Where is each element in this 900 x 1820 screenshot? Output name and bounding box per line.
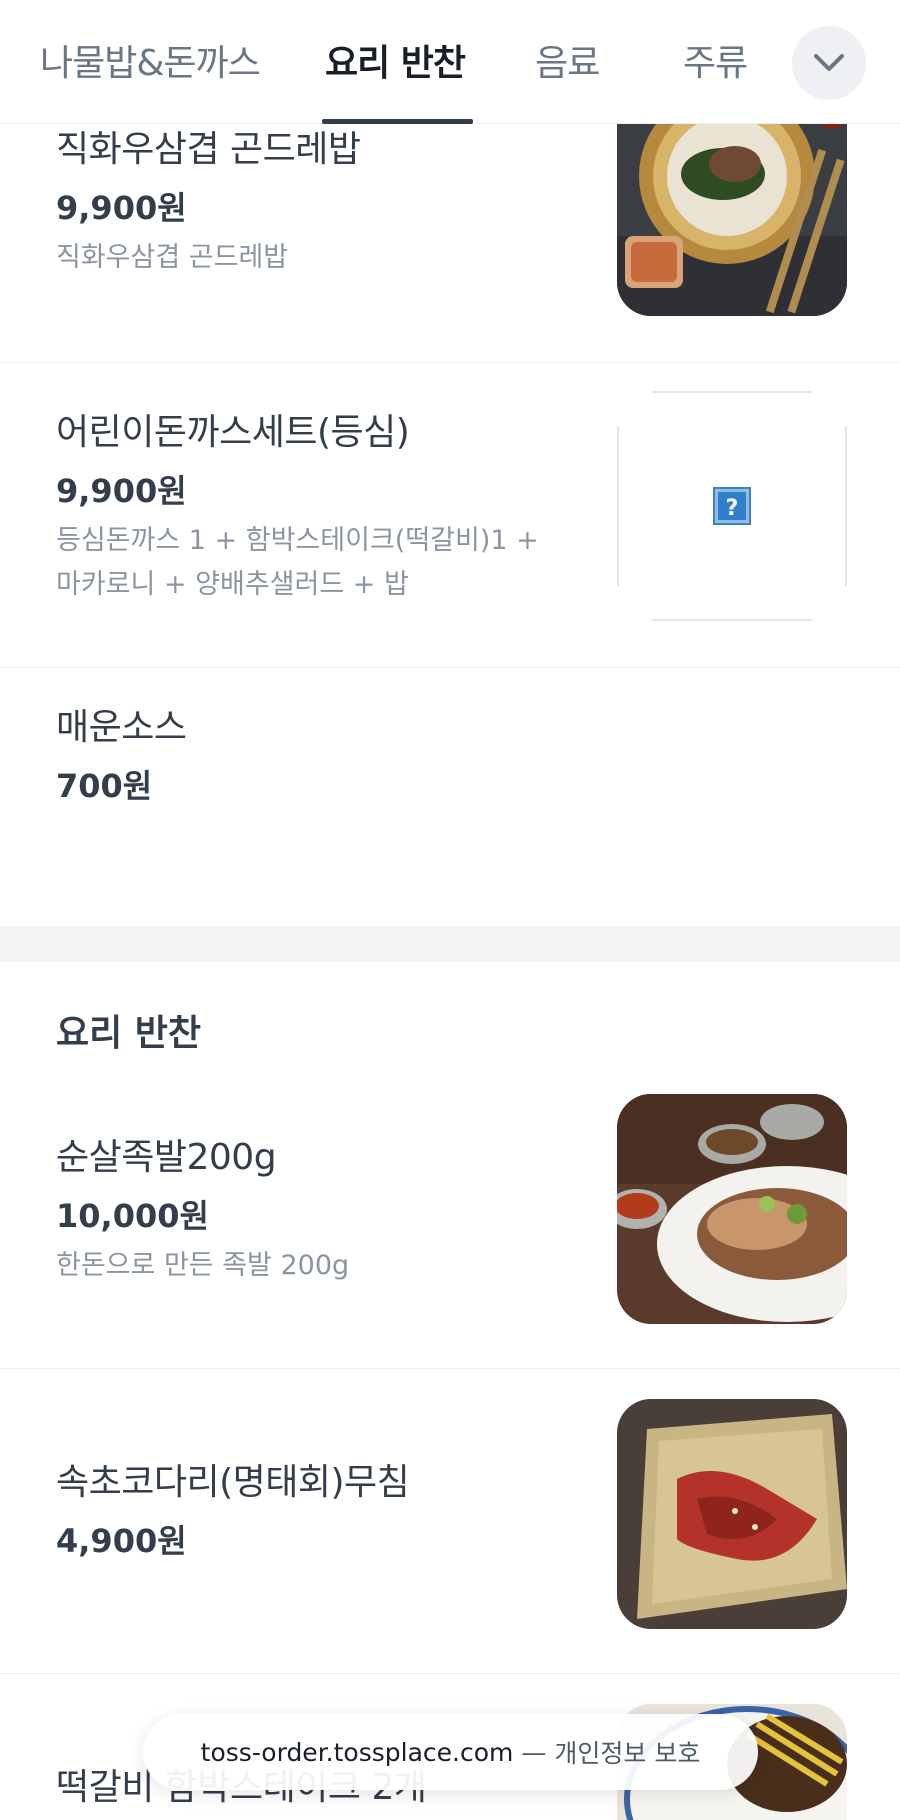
menu-item[interactable]: 직화우삼겹 곤드레밥 9,900원 직화우삼겹 곤드레밥: [0, 86, 900, 363]
tab-drinks[interactable]: 음료: [535, 34, 600, 86]
item-description: 등심돈까스 1 + 함박스테이크(떡갈비)1 + 마카로니 + 양배추샐러드 +…: [56, 525, 539, 600]
chevron-down-icon: [814, 54, 844, 71]
item-image-placeholder: ?: [617, 391, 847, 621]
toast-separator: —: [521, 1737, 547, 1767]
toast-domain: toss-order.tossplace.com: [200, 1737, 514, 1767]
item-price: 9,900원: [56, 189, 187, 227]
menu-item[interactable]: 매운소스 700원: [0, 668, 900, 926]
muchim-photo: [617, 1399, 847, 1629]
item-name: 직화우삼겹 곤드레밥: [56, 129, 361, 170]
item-price: 700원: [56, 767, 153, 805]
category-tab-bar: 나물밥&돈까스 요리 반찬 음료 주류: [0, 0, 900, 124]
item-price: 10,000원: [56, 1197, 209, 1235]
item-description: 한돈으로 만든 족발 200g: [56, 1250, 350, 1281]
tab-yori-banchan[interactable]: 요리 반찬: [325, 34, 466, 86]
section-title: 요리 반찬: [56, 1013, 202, 1054]
item-price: 9,900원: [56, 472, 187, 510]
tab-liquor[interactable]: 주류: [683, 34, 748, 86]
active-tab-indicator: [322, 119, 473, 124]
menu-item[interactable]: 순살족발200g 10,000원 한돈으로 만든 족발 200g: [0, 1064, 900, 1369]
more-categories-button[interactable]: [792, 26, 866, 100]
site-url-toast: toss-order.tossplace.com — 개인정보 보호: [143, 1714, 758, 1790]
svg-text:?: ?: [726, 496, 739, 521]
tab-namul-donkatsu[interactable]: 나물밥&돈까스: [40, 34, 261, 86]
item-name: 매운소스: [56, 707, 187, 748]
item-name: 어린이돈까스세트(등심): [56, 412, 410, 453]
item-description: 직화우삼겹 곤드레밥: [56, 242, 289, 273]
toast-privacy-note: 개인정보 보호: [554, 1739, 701, 1768]
menu-item[interactable]: 속초코다리(명태회)무침 4,900원: [0, 1369, 900, 1674]
item-price: 4,900원: [56, 1522, 187, 1560]
section-divider: [0, 926, 900, 962]
menu-item[interactable]: 어린이돈까스세트(등심) 9,900원 등심돈까스 1 + 함박스테이크(떡갈비…: [0, 363, 900, 668]
item-name: 속초코다리(명태회)무침: [56, 1462, 410, 1503]
jokbal-photo: [617, 1094, 847, 1324]
broken-image-icon: ?: [713, 487, 751, 525]
item-name: 순살족발200g: [56, 1137, 277, 1178]
